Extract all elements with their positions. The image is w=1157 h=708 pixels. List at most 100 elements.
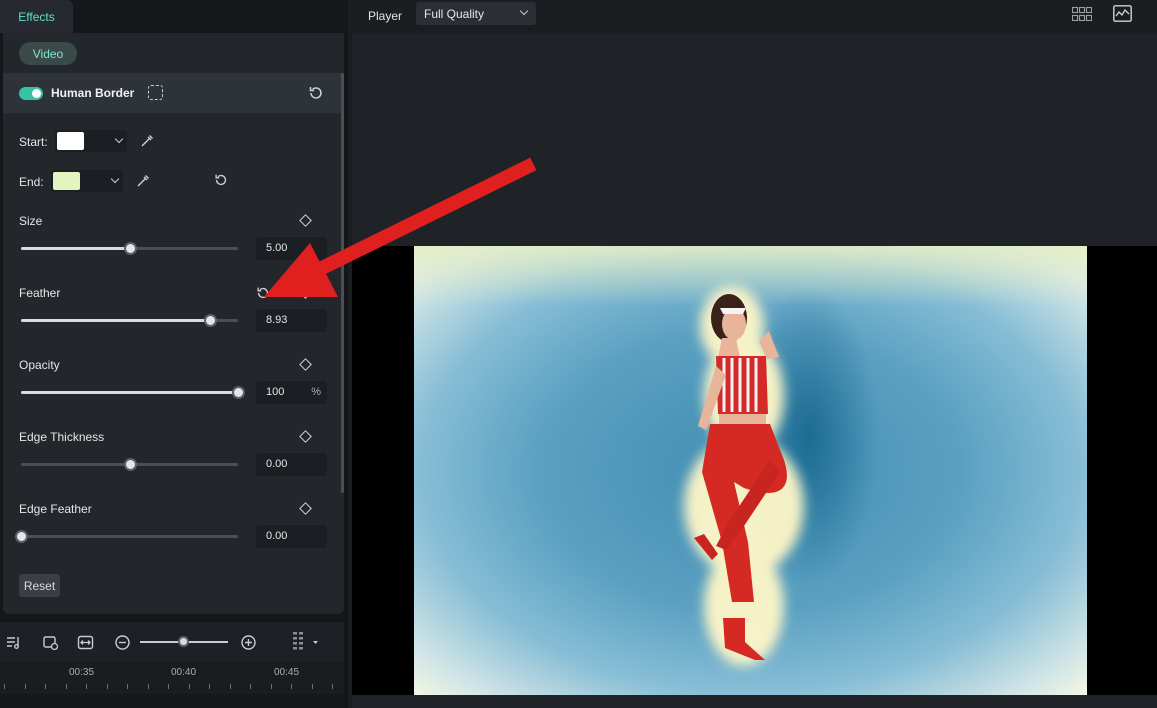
app-window: Effects Video Human Border Start: End: S… [0, 0, 1157, 708]
quality-dropdown[interactable]: Full Quality [416, 2, 536, 25]
param-label: Edge Feather [19, 502, 92, 516]
ruler-tick [86, 684, 87, 689]
param-value: 5.00 [266, 242, 288, 254]
effect-settings-panel: Video Human Border Start: End: Size 5.00… [3, 33, 344, 614]
param-slider[interactable] [21, 386, 245, 399]
slider-fill [21, 247, 130, 250]
param-slider[interactable] [15, 530, 238, 543]
start-color-swatch [57, 132, 84, 150]
zoom-slider-knob[interactable] [178, 636, 189, 647]
effect-name: Human Border [51, 86, 135, 100]
effect-header: Human Border [3, 73, 344, 113]
param-label: Size [19, 214, 43, 228]
keyframe-diamond-icon[interactable] [299, 502, 312, 515]
grid-layout-icon[interactable] [1072, 7, 1092, 21]
ruler-tick-label: 00:40 [171, 667, 197, 678]
end-color-picker[interactable] [51, 170, 123, 192]
param-value-input[interactable]: 0.00 [256, 525, 327, 548]
ruler-tick [25, 684, 26, 689]
reset-icon[interactable] [213, 172, 229, 188]
chevron-down-icon [519, 6, 529, 16]
tab-bar [73, 0, 348, 33]
player-toolbar: Player Full Quality [352, 0, 1157, 33]
slider-fill [21, 463, 130, 466]
zoom-out-icon[interactable] [114, 634, 131, 651]
fit-timeline-icon[interactable] [77, 634, 94, 651]
ruler-tick [271, 684, 272, 689]
ruler-tick [250, 684, 251, 689]
param-slider[interactable] [21, 314, 238, 327]
ruler-tick [4, 684, 5, 689]
param-value: 0.00 [266, 530, 288, 542]
player-bottom-bar [352, 695, 1157, 708]
slider-knob[interactable] [124, 458, 137, 471]
keyframe-diamond-icon[interactable] [299, 286, 312, 299]
ruler-tick-label: 00:35 [69, 667, 95, 678]
ruler-tick [148, 684, 149, 689]
zoom-in-icon[interactable] [240, 634, 257, 651]
reset-icon[interactable] [255, 285, 271, 301]
param-label: Opacity [19, 358, 60, 372]
ruler-tick [107, 684, 108, 689]
slider-knob[interactable] [124, 242, 137, 255]
param-value: 8.93 [266, 314, 288, 326]
player-empty-area [352, 33, 1157, 246]
param-unit: % [311, 386, 321, 398]
param-value-input[interactable]: 0.00 [256, 453, 327, 476]
ruler-tick [230, 684, 231, 689]
chevron-down-icon [114, 134, 124, 144]
ruler-tick [209, 684, 210, 689]
param-value: 100 [266, 386, 285, 398]
ruler-tick [189, 684, 190, 689]
param-label: Feather [19, 286, 61, 300]
keyframe-diamond-icon[interactable] [299, 358, 312, 371]
scope-icon[interactable] [1113, 5, 1132, 22]
start-color-label: Start: [19, 135, 48, 149]
clip-settings-icon[interactable] [42, 634, 59, 651]
slider-knob[interactable] [232, 386, 245, 399]
param-slider[interactable] [21, 458, 238, 471]
reset-icon[interactable] [307, 84, 325, 102]
param-value: 0.00 [266, 458, 288, 470]
quality-value: Full Quality [424, 7, 485, 21]
effects-panel-region: Effects Video Human Border Start: End: S… [0, 0, 348, 708]
chevron-down-icon [110, 174, 120, 184]
param-slider[interactable] [21, 242, 238, 255]
slider-knob[interactable] [15, 530, 28, 543]
end-color-label: End: [19, 175, 44, 189]
tab-effects[interactable]: Effects [0, 0, 73, 33]
effect-enable-toggle[interactable] [19, 87, 43, 100]
ruler-tick [168, 684, 169, 689]
video-preview[interactable] [352, 246, 1157, 695]
audio-track-icon[interactable] [5, 634, 22, 651]
ruler-tick [66, 684, 67, 689]
keyframe-diamond-icon[interactable] [299, 214, 312, 227]
start-color-picker[interactable] [55, 130, 127, 152]
param-label: Edge Thickness [19, 430, 105, 444]
category-video-button[interactable]: Video [19, 42, 77, 65]
keyframe-diamond-icon[interactable] [299, 430, 312, 443]
ruler-tick [312, 684, 313, 689]
ruler-tick [291, 684, 292, 689]
slider-knob[interactable] [204, 314, 217, 327]
mask-icon[interactable] [148, 85, 163, 100]
timeline-ruler[interactable]: 00:35 00:40 00:45 [0, 662, 344, 694]
param-value-input[interactable]: 100% [256, 381, 327, 404]
slider-fill [21, 319, 210, 322]
ruler-tick-label: 00:45 [274, 667, 300, 678]
video-frame [414, 246, 1087, 695]
ruler-tick [45, 684, 46, 689]
param-value-input[interactable]: 8.93 [256, 309, 327, 332]
reset-button[interactable]: Reset [19, 574, 60, 597]
track-options-icon[interactable] [291, 631, 319, 653]
player-title: Player [368, 9, 403, 23]
param-value-input[interactable]: 5.00 [256, 237, 327, 260]
ruler-tick [127, 684, 128, 689]
timeline-toolbar [0, 622, 344, 662]
eyedropper-icon[interactable] [139, 133, 155, 149]
end-color-swatch [53, 172, 80, 190]
timeline-track-area[interactable] [0, 694, 344, 708]
panel-scrollbar[interactable] [341, 73, 344, 493]
eyedropper-icon[interactable] [135, 173, 151, 189]
slider-fill [21, 391, 238, 394]
